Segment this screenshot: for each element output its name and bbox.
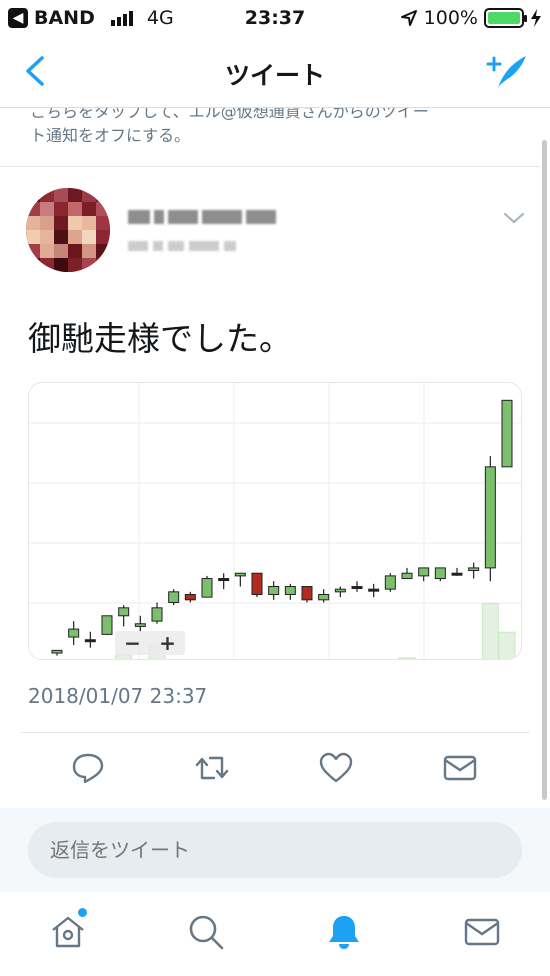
tab-notifications[interactable]: [324, 912, 364, 952]
candle-body: [251, 572, 263, 596]
candle-body: [201, 578, 213, 598]
zoom-out-label: −: [124, 631, 141, 655]
candle-body: [418, 567, 430, 577]
notification-toggle-notice[interactable]: こちらをタップして、エル@仮想通貨さんからのツイー ト通知をオフにする。: [30, 108, 510, 152]
charging-icon: [531, 9, 541, 27]
notice-line-2: ト通知をオフにする。: [30, 126, 191, 145]
divider: [20, 732, 530, 733]
candle-body: [368, 588, 380, 592]
candle-body: [351, 586, 363, 590]
bell-icon: [329, 916, 359, 949]
like-button[interactable]: [318, 750, 358, 790]
reply-input[interactable]: [28, 822, 522, 878]
candle-body: [401, 572, 413, 580]
compose-tweet-icon[interactable]: [484, 52, 528, 92]
tweet-image-chart[interactable]: − +: [28, 382, 522, 660]
home-icon: [52, 916, 84, 948]
avatar[interactable]: [26, 188, 110, 272]
heart-icon: [319, 752, 353, 783]
candle-body: [118, 607, 130, 617]
candle-body: [484, 466, 496, 569]
candlestick-chart: [29, 383, 521, 659]
candle-body: [101, 615, 113, 635]
author-name-redacted[interactable]: [128, 208, 283, 226]
candle-body: [234, 572, 246, 577]
avatar-pixelated-image: [26, 188, 110, 272]
candle-body: [51, 649, 63, 654]
tab-bar: [0, 892, 550, 976]
envelope-icon: [464, 918, 500, 946]
scrollbar[interactable]: [542, 140, 547, 800]
candle-body: [184, 594, 196, 601]
candle-body: [68, 628, 80, 638]
candle-body: [318, 594, 330, 601]
candle-body: [134, 623, 146, 627]
tweet-actions: [0, 750, 540, 790]
tab-search[interactable]: [186, 912, 226, 952]
author-handle-redacted: [128, 238, 268, 254]
retweet-icon: [195, 756, 229, 780]
candle-body: [268, 586, 280, 596]
chart-zoom-controls: − +: [115, 631, 185, 655]
battery-icon: [484, 8, 527, 28]
divider: [0, 166, 540, 167]
tab-home[interactable]: [48, 908, 88, 952]
volume-bar: [115, 654, 133, 659]
reply-button[interactable]: [70, 750, 110, 790]
candle-body: [451, 572, 463, 576]
candle-body: [434, 567, 446, 580]
envelope-icon: [443, 755, 477, 781]
reply-bar: [0, 808, 550, 892]
chevron-down-icon[interactable]: [502, 210, 526, 226]
volume-bar: [398, 657, 416, 659]
candle-body: [168, 591, 180, 603]
status-bar: ◀ BAND 4G 23:37 100%: [0, 0, 550, 36]
battery-percent: 100%: [423, 7, 478, 29]
location-icon: [400, 10, 417, 26]
candle-body: [468, 567, 480, 572]
volume-bar: [498, 631, 516, 659]
volume-bar: [481, 602, 499, 659]
candle-body: [84, 639, 96, 643]
search-icon: [189, 915, 224, 950]
tweet-timestamp: 2018/01/07 23:37: [28, 684, 208, 708]
nav-bar: ツイート: [0, 36, 550, 108]
reply-icon: [72, 753, 104, 784]
candle-body: [218, 578, 230, 582]
candle-body: [151, 607, 163, 622]
retweet-button[interactable]: [194, 750, 234, 790]
tab-messages[interactable]: [462, 912, 502, 952]
share-dm-button[interactable]: [442, 750, 482, 790]
tweet-text: 御馳走様でした。: [28, 319, 292, 358]
candle-body: [284, 586, 296, 596]
new-content-dot: [78, 908, 87, 917]
candle-body: [501, 399, 513, 468]
notice-line-1: こちらをタップして、エル@仮想通貨さんからのツイー: [30, 108, 429, 121]
zoom-in-label: +: [159, 631, 176, 655]
candle-body: [334, 588, 346, 593]
page-title: ツイート: [224, 61, 325, 90]
candle-body: [301, 586, 313, 601]
status-right: 100%: [400, 7, 542, 29]
candle-body: [384, 575, 396, 590]
